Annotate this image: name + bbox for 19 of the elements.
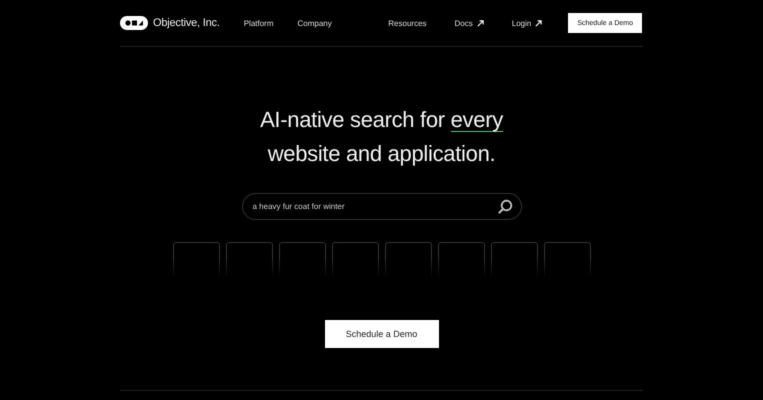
headline: AI-native search for every website and application. bbox=[260, 106, 503, 168]
nav-link[interactable]: Company bbox=[298, 18, 332, 28]
result-tile bbox=[226, 242, 272, 278]
result-tile bbox=[438, 242, 484, 278]
logo-icon[interactable] bbox=[120, 16, 148, 30]
result-tile bbox=[332, 242, 378, 278]
result-tile bbox=[278, 242, 326, 278]
result-tile bbox=[544, 242, 590, 278]
nav-link[interactable]: Resources bbox=[388, 18, 427, 28]
schedule-demo-button[interactable]: Schedule a Demo bbox=[324, 320, 438, 348]
brand-name[interactable]: Objective, Inc. bbox=[153, 17, 220, 29]
search-field[interactable]: a heavy fur coat for winter bbox=[242, 193, 522, 220]
result-tile bbox=[172, 242, 220, 278]
result-tile bbox=[384, 242, 432, 278]
result-tile bbox=[490, 242, 538, 278]
search-icon[interactable] bbox=[498, 199, 512, 214]
nav-link[interactable]: Platform bbox=[244, 18, 274, 28]
nav-link[interactable]: Login bbox=[512, 18, 542, 28]
nav-link[interactable]: Docs bbox=[454, 18, 484, 28]
